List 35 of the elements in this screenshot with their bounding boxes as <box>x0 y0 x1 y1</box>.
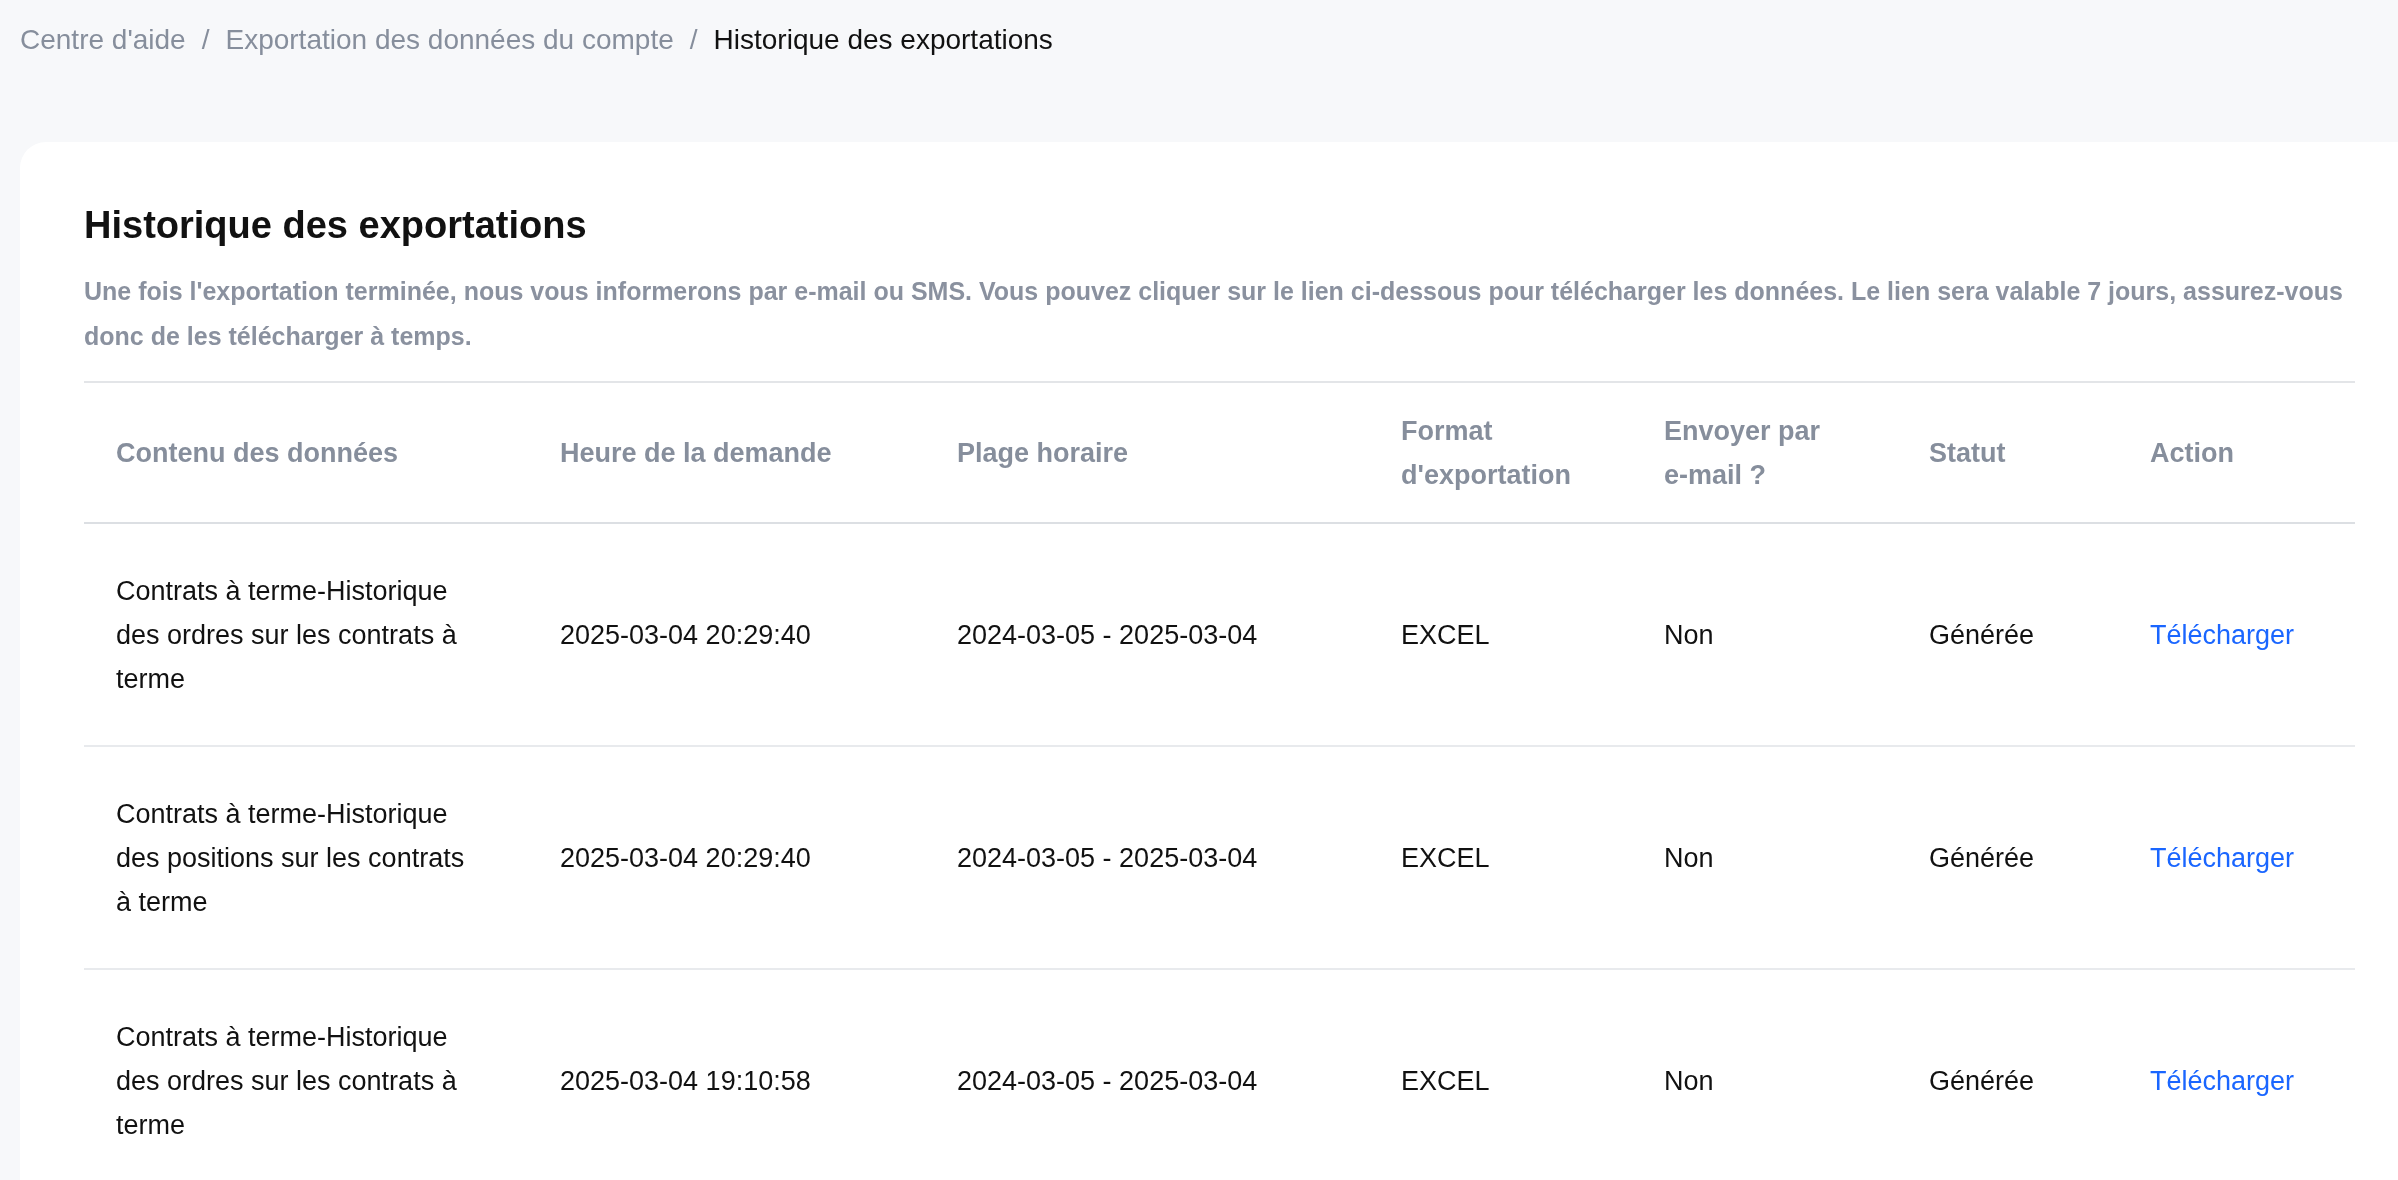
download-link[interactable]: Télécharger <box>2150 842 2295 873</box>
table-cell-text: 2024-03-05 - 2025-03-04 <box>956 841 1259 875</box>
table-cell-text: Contrats à terme-Historique des ordres sur les contrats à terme <box>115 1020 458 1142</box>
column-header: Format d'exportation <box>1400 414 1572 492</box>
breadcrumb-separator: / <box>689 24 698 56</box>
table-cell-text: 2025-03-04 20:29:40 <box>559 841 812 875</box>
breadcrumb-current: Historique des exportations <box>713 24 1053 56</box>
table-cell-text: Non <box>1663 618 1715 652</box>
column-header: Plage horaire <box>956 436 1130 470</box>
table-cell-text: 2025-03-04 20:29:40 <box>559 618 812 652</box>
table-cell-text: Non <box>1663 1064 1715 1098</box>
page-title: Historique des exportations <box>84 204 588 247</box>
download-link[interactable]: Télécharger <box>2150 619 2295 650</box>
column-header: Statut <box>1928 436 2007 470</box>
table-cell-text: Contrats à terme-Historique des ordres sur les contrats à terme <box>115 574 458 696</box>
breadcrumb-separator: / <box>201 24 210 56</box>
table-cell-text: Générée <box>1928 618 2036 652</box>
column-header: Heure de la demande <box>559 436 833 470</box>
description-text: Une fois l'exportation terminée, nous vous informerons par e-mail ou SMS. Vous pouvez cliquer sur le lien ci-dessous pour télécharger les données. Le lien sera valable 7 jours, assurez-vous donc de les télécharger à temps. <box>84 276 2344 352</box>
column-header: Action <box>2149 436 2235 470</box>
table-cell-text: EXCEL <box>1400 841 1491 875</box>
breadcrumb-link[interactable]: Centre d'aide <box>20 24 186 56</box>
table-cell-text: Non <box>1663 841 1715 875</box>
table-cell-text: Contrats à terme-Historique des positions sur les contrats à terme <box>115 797 466 919</box>
table-cell-text: 2024-03-05 - 2025-03-04 <box>956 1064 1259 1098</box>
column-header: Contenu des données <box>115 436 400 470</box>
breadcrumb-link[interactable]: Exportation des données du compte <box>225 24 674 56</box>
table-cell-text: EXCEL <box>1400 1064 1491 1098</box>
column-header: Envoyer par e-mail ? <box>1663 414 1822 492</box>
table-cell-text: Générée <box>1928 1064 2036 1098</box>
table-cell-text: 2024-03-05 - 2025-03-04 <box>956 618 1259 652</box>
table-cell-text: Générée <box>1928 841 2036 875</box>
table-cell-text: 2025-03-04 19:10:58 <box>559 1064 812 1098</box>
download-link[interactable]: Télécharger <box>2150 1065 2295 1096</box>
table-cell-text: EXCEL <box>1400 618 1491 652</box>
